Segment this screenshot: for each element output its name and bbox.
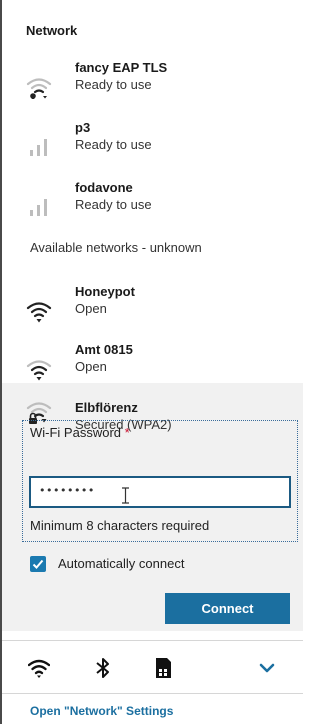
network-name: Amt 0815 bbox=[75, 342, 133, 357]
password-label: Wi-Fi Password * bbox=[30, 425, 130, 440]
network-item-fancy-eap-tls[interactable]: fancy EAP TLS Ready to use bbox=[2, 60, 303, 124]
network-name: p3 bbox=[75, 120, 91, 135]
network-name: fodavone bbox=[75, 180, 133, 195]
network-status: Ready to use bbox=[75, 197, 152, 212]
sim-card-icon[interactable] bbox=[152, 657, 174, 679]
text-cursor-icon bbox=[122, 487, 129, 504]
wifi-icon[interactable] bbox=[28, 657, 50, 679]
network-item-p3[interactable]: p3 Ready to use bbox=[2, 120, 303, 184]
cellular-signal-icon bbox=[30, 139, 47, 156]
password-hint: Minimum 8 characters required bbox=[30, 518, 210, 533]
chevron-down-icon[interactable] bbox=[256, 657, 278, 679]
divider bbox=[2, 640, 303, 641]
quick-actions-bar bbox=[2, 650, 303, 684]
network-name: Honeypot bbox=[75, 284, 135, 299]
bluetooth-icon[interactable] bbox=[92, 657, 114, 679]
password-input[interactable]: •••••••• bbox=[29, 476, 291, 508]
checkmark-icon bbox=[32, 559, 44, 569]
network-section-title: Network bbox=[26, 23, 78, 38]
connect-button[interactable]: Connect bbox=[165, 593, 290, 624]
wifi-signal-icon bbox=[26, 302, 52, 323]
network-status: Ready to use bbox=[75, 77, 152, 92]
password-label-text: Wi-Fi Password bbox=[30, 425, 122, 440]
available-networks-title: Available networks - unknown bbox=[30, 240, 202, 255]
network-item-fodavone[interactable]: fodavone Ready to use bbox=[2, 180, 303, 244]
network-item-honeypot[interactable]: Honeypot Open bbox=[2, 284, 303, 348]
auto-connect-label: Automatically connect bbox=[58, 556, 185, 571]
network-status: Ready to use bbox=[75, 137, 152, 152]
cellular-signal-icon bbox=[30, 199, 47, 216]
required-marker: * bbox=[124, 425, 130, 440]
network-name: fancy EAP TLS bbox=[75, 60, 168, 75]
open-network-settings-link[interactable]: Open "Network" Settings bbox=[30, 704, 173, 718]
wifi-signal-icon bbox=[26, 360, 52, 381]
network-status: Open bbox=[75, 359, 107, 374]
auto-connect-checkbox[interactable] bbox=[30, 556, 46, 572]
network-panel: Network fancy EAP TLS Ready to use p3 Re… bbox=[2, 0, 303, 724]
divider bbox=[2, 693, 303, 694]
network-name: Elbflörenz bbox=[75, 400, 138, 415]
wifi-signal-icon bbox=[26, 78, 52, 99]
network-status: Open bbox=[75, 301, 107, 316]
